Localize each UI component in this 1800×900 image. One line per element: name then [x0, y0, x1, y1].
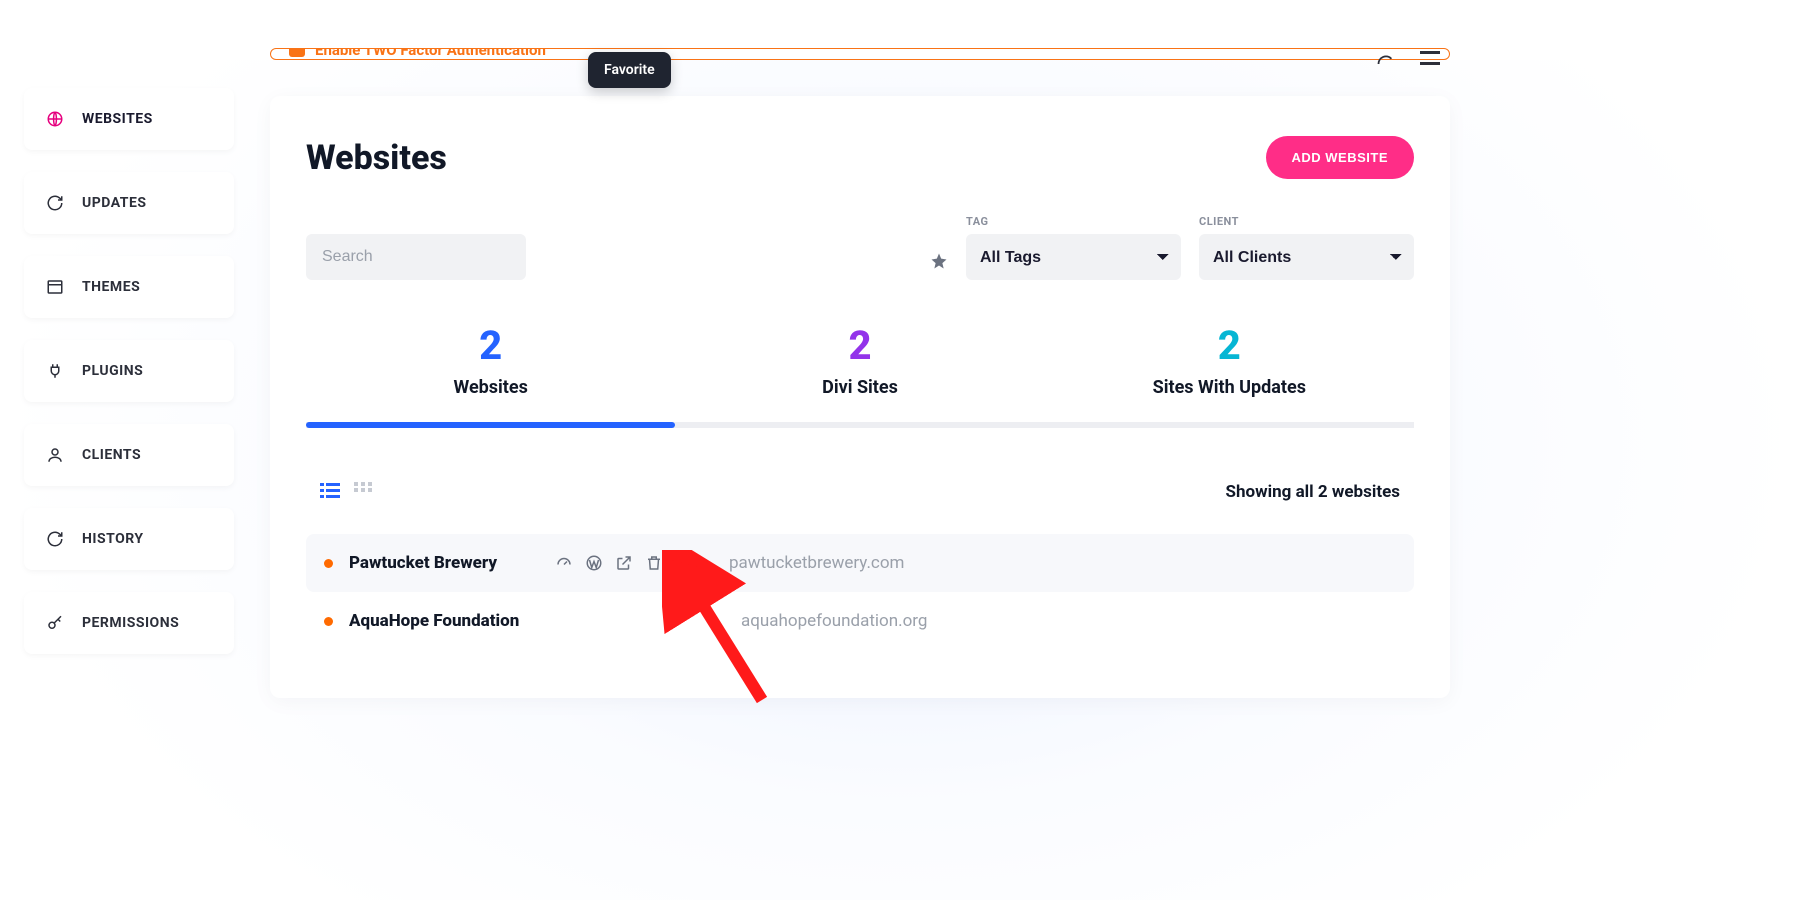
sidebar-item-updates[interactable]: UPDATES	[24, 172, 234, 234]
website-row[interactable]: Pawtucket Brewery pawtucketbrewery.com	[306, 534, 1414, 592]
user-icon	[46, 446, 64, 464]
stat-tab-websites[interactable]: 2 Websites	[306, 322, 675, 422]
list-view-toggle[interactable]	[320, 482, 340, 502]
card-header: Websites ADD WEBSITE	[306, 136, 1414, 179]
stat-label: Divi Sites	[675, 377, 1044, 398]
site-url: pawtucketbrewery.com	[729, 553, 904, 573]
menu-top-icon[interactable]	[1420, 50, 1440, 74]
view-toggles	[320, 482, 372, 502]
sidebar-item-label: THEMES	[82, 279, 140, 295]
external-link-icon[interactable]	[615, 554, 633, 572]
top-right-icons	[1376, 50, 1440, 74]
tag-filter: TAG All Tags	[966, 215, 1181, 280]
main-content: Enable TWO Factor Authentication Website…	[270, 60, 1450, 698]
sidebar-item-clients[interactable]: CLIENTS	[24, 424, 234, 486]
lock-icon	[289, 48, 305, 57]
sidebar-item-label: HISTORY	[82, 531, 144, 547]
site-name: Pawtucket Brewery	[349, 553, 539, 573]
sidebar-item-websites[interactable]: WEBSITES	[24, 88, 234, 150]
list-header: Showing all 2 websites	[306, 482, 1414, 502]
plug-icon	[46, 362, 64, 380]
sidebar-item-themes[interactable]: THEMES	[24, 256, 234, 318]
refresh-icon	[46, 530, 64, 548]
dashboard-icon[interactable]	[555, 554, 573, 572]
client-filter-label: CLIENT	[1199, 215, 1414, 228]
refresh-icon	[46, 194, 64, 212]
status-dot-icon	[324, 559, 333, 568]
site-name: AquaHope Foundation	[349, 611, 539, 631]
tag-filter-label: TAG	[966, 215, 1181, 228]
stat-count: 2	[306, 322, 675, 369]
website-row[interactable]: AquaHope Foundation aquahopefoundation.o…	[306, 592, 1414, 650]
layout-icon	[46, 278, 64, 296]
sidebar-item-label: UPDATES	[82, 195, 146, 211]
sidebar-item-permissions[interactable]: PERMISSIONS	[24, 592, 234, 654]
page-title: Websites	[306, 138, 447, 178]
add-website-button[interactable]: ADD WEBSITE	[1266, 136, 1415, 179]
globe-icon	[46, 110, 64, 128]
sidebar-item-label: PERMISSIONS	[82, 615, 179, 631]
filter-bar: TAG All Tags CLIENT All Clients	[306, 215, 1414, 280]
tag-select[interactable]: All Tags	[966, 234, 1181, 280]
sidebar-item-label: PLUGINS	[82, 363, 143, 379]
trash-icon[interactable]	[645, 554, 663, 572]
sidebar-item-label: CLIENTS	[82, 447, 141, 463]
active-tab-underline	[306, 422, 675, 428]
favorite-star-icon[interactable]	[675, 554, 693, 572]
showing-count-text: Showing all 2 websites	[1226, 482, 1400, 502]
favorites-filter-icon[interactable]	[930, 252, 948, 280]
stat-label: Sites With Updates	[1045, 377, 1414, 398]
websites-card: Websites ADD WEBSITE TAG All Tags CLIENT…	[270, 96, 1450, 698]
row-actions	[555, 554, 693, 572]
key-icon	[46, 614, 64, 632]
website-rows: Favorite Pawtucket Brewery pawtucketbrew…	[306, 520, 1414, 650]
refresh-top-icon[interactable]	[1376, 54, 1396, 78]
status-dot-icon	[324, 617, 333, 626]
wordpress-icon[interactable]	[585, 554, 603, 572]
client-select[interactable]: All Clients	[1199, 234, 1414, 280]
sidebar-item-history[interactable]: HISTORY	[24, 508, 234, 570]
stat-tab-updates[interactable]: 2 Sites With Updates	[1045, 322, 1414, 422]
client-filter: CLIENT All Clients	[1199, 215, 1414, 280]
stat-count: 2	[1045, 322, 1414, 369]
stat-label: Websites	[306, 377, 675, 398]
two-factor-alert[interactable]: Enable TWO Factor Authentication	[270, 48, 1450, 60]
favorite-tooltip: Favorite	[588, 52, 671, 88]
sidebar-item-plugins[interactable]: PLUGINS	[24, 340, 234, 402]
stat-tab-divi[interactable]: 2 Divi Sites	[675, 322, 1044, 422]
stats-tabs: 2 Websites 2 Divi Sites 2 Sites With Upd…	[306, 322, 1414, 428]
sidebar-item-label: WEBSITES	[82, 111, 153, 127]
alert-text: Enable TWO Factor Authentication	[315, 48, 546, 59]
search-input[interactable]	[306, 234, 526, 280]
stat-count: 2	[675, 322, 1044, 369]
sidebar: WEBSITES UPDATES THEMES PLUGINS CLIENTS …	[24, 88, 234, 654]
grid-view-toggle[interactable]	[354, 482, 372, 502]
site-url: aquahopefoundation.org	[741, 611, 927, 631]
